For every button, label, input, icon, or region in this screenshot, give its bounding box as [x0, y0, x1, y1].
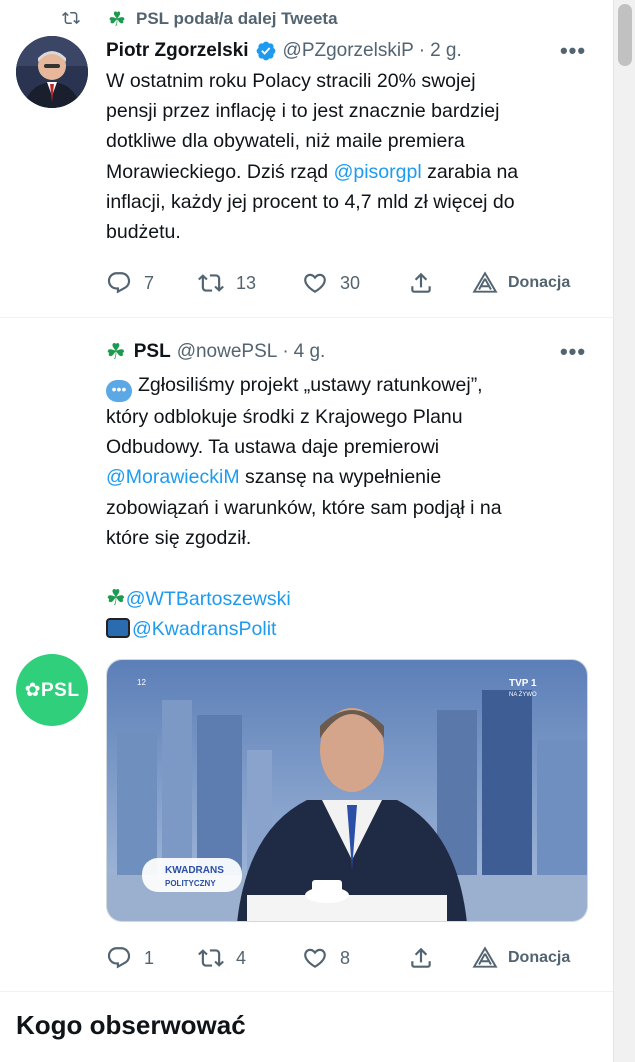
- like-button[interactable]: 30: [302, 268, 360, 298]
- like-button[interactable]: 8: [302, 943, 350, 973]
- tweet-media-image[interactable]: KWADRANS POLITYCZNY TVP 1 NA ŻYWO 12: [106, 659, 588, 922]
- retweet-banner-text[interactable]: PSL podał/a dalej Tweeta: [136, 9, 338, 29]
- tweet-line: W ostatnim roku Polacy stracili 20% swoj…: [106, 70, 476, 92]
- media-channel-sub: NA ŻYWO: [509, 691, 537, 698]
- more-options-button[interactable]: •••: [558, 36, 588, 66]
- tweet-line: pensji przez inflację i to jest znacznie…: [106, 100, 500, 123]
- tweet-line: ☘@WTBartoszewski: [106, 583, 586, 614]
- clover-icon: ☘: [106, 339, 126, 364]
- scrollbar[interactable]: [613, 0, 635, 1062]
- tweet-header: ☘ PSL @nowePSL · 4 g.: [106, 339, 325, 365]
- mention-link[interactable]: @KwadransPolit: [132, 618, 276, 640]
- tweet-line: zobowiązań i warunków, które sam podjął …: [106, 496, 502, 519]
- media-logo-line1: KWADRANS: [165, 865, 224, 876]
- tweet-line: Odbudowy. Ta ustawa daje premierowi: [106, 436, 440, 459]
- tweet-text-segment: szansę na wypełnienie: [239, 466, 442, 489]
- mention-link[interactable]: @MorawieckiM: [106, 466, 240, 488]
- heart-icon: [304, 273, 326, 293]
- reply-button[interactable]: 1: [106, 943, 154, 973]
- share-button[interactable]: [408, 268, 434, 298]
- tweet-header: Piotr Zgorzelski @PZgorzelskiP · 2 g.: [106, 38, 462, 64]
- reply-count: 1: [144, 947, 155, 968]
- reply-count: 7: [144, 272, 155, 293]
- tweet-text-segment: Morawieckiego. Dziś rząd: [106, 160, 334, 183]
- tweet-line: @MorawieckiM szansę na wypełnienie: [106, 462, 586, 492]
- tweet-actions: 1 4 8 Donacja: [106, 943, 586, 973]
- donate-button[interactable]: Donacja: [472, 943, 570, 973]
- like-count: 8: [340, 947, 351, 968]
- psl-logo-text: ✿PSL: [24, 679, 80, 701]
- avatar-photo: [16, 36, 88, 108]
- tv-icon: [106, 618, 130, 639]
- like-count: 30: [340, 272, 361, 293]
- retweet-button[interactable]: 13: [198, 268, 256, 298]
- tweet-text: ••• Zgłosiliśmy projekt „ustawy ratunkowe…: [106, 370, 586, 645]
- tv-studio-photo: KWADRANS POLITYCZNY TVP 1 NA ŻYWO 12: [107, 660, 587, 921]
- speech-bubble-icon: •••: [106, 380, 132, 402]
- more-options-button[interactable]: •••: [558, 337, 588, 367]
- retweet-button[interactable]: 4: [198, 943, 246, 973]
- verified-badge-icon: [256, 41, 275, 61]
- tweet-text: W ostatnim roku Polacy stracili 20% swoj…: [106, 66, 586, 247]
- donate-label: Donacja: [508, 274, 571, 291]
- avatar-text: PSL: [40, 679, 80, 701]
- tweet-text-segment: zarabia na: [421, 160, 519, 183]
- retweet-count: 4: [236, 947, 247, 968]
- reply-icon: [107, 272, 131, 294]
- tweet-actions: 7 13 30 Donacja: [106, 268, 586, 298]
- author-handle[interactable]: @PZgorzelskiP: [283, 40, 414, 62]
- tweet-line: ••• Zgłosiliśmy projekt „ustawy ratunkowe…: [106, 370, 586, 402]
- tweet-line: które się zgodził.: [106, 526, 252, 549]
- share-icon: [411, 947, 431, 968]
- retweet-count: 13: [236, 272, 257, 293]
- clover-icon: ☘: [108, 9, 126, 31]
- tweet-text-segment: Zgłosiliśmy projekt „ustawy ratunkowej”,: [138, 374, 483, 396]
- tweet-line: @KwadransPolit: [106, 614, 586, 644]
- reply-icon: [107, 947, 131, 969]
- tweet-line: inflacji, każdy jej procent to 4,7 mld z…: [106, 190, 515, 213]
- tweet-time[interactable]: 2 g.: [430, 40, 462, 62]
- media-logo-line2: POLITYCZNY: [165, 879, 216, 888]
- tweet-time[interactable]: 4 g.: [294, 341, 326, 363]
- tweet-line: Morawieckiego. Dziś rząd @pisorgpl zarab…: [106, 157, 586, 187]
- media-age-rating: 12: [137, 678, 146, 687]
- timeline: ☘ PSL podał/a dalej Tweeta Piotr Zgorzel…: [0, 0, 613, 1062]
- retweet-icon: [198, 274, 224, 292]
- separator-dot: ·: [282, 341, 289, 362]
- tweet-line: budżetu.: [106, 221, 181, 244]
- avatar[interactable]: [16, 36, 88, 108]
- tweet-line: który odblokuje środki z Krajowego Planu: [106, 406, 463, 428]
- who-to-follow-heading: Kogo obserwować: [16, 1010, 246, 1040]
- heart-icon: [304, 948, 326, 968]
- author-handle[interactable]: @nowePSL: [177, 341, 278, 363]
- scrollbar-thumb[interactable]: [618, 4, 632, 66]
- share-icon: [411, 272, 431, 293]
- donate-button[interactable]: Donacja: [472, 268, 570, 298]
- donate-icon: [472, 271, 498, 293]
- author-name[interactable]: Piotr Zgorzelski: [106, 40, 249, 62]
- donate-icon: [472, 946, 498, 968]
- retweet-icon: [62, 11, 80, 25]
- share-button[interactable]: [408, 943, 434, 973]
- avatar[interactable]: ✿PSL: [16, 654, 88, 726]
- retweet-icon: [198, 949, 224, 967]
- mention-link[interactable]: @WTBartoszewski: [126, 588, 291, 610]
- tweet-piotr-zgorzelski[interactable]: ☘ PSL podał/a dalej Tweeta Piotr Zgorzel…: [0, 0, 613, 318]
- reply-button[interactable]: 7: [106, 268, 154, 298]
- donate-label: Donacja: [508, 949, 571, 966]
- media-channel: TVP 1: [509, 678, 537, 689]
- clover-icon: ☘: [106, 585, 126, 611]
- tweet-line: dotkliwe dla obywateli, niż maile premie…: [106, 130, 465, 153]
- separator-dot: ·: [418, 40, 426, 61]
- mention-link[interactable]: @pisorgpl: [334, 161, 422, 183]
- author-name[interactable]: PSL: [134, 341, 171, 363]
